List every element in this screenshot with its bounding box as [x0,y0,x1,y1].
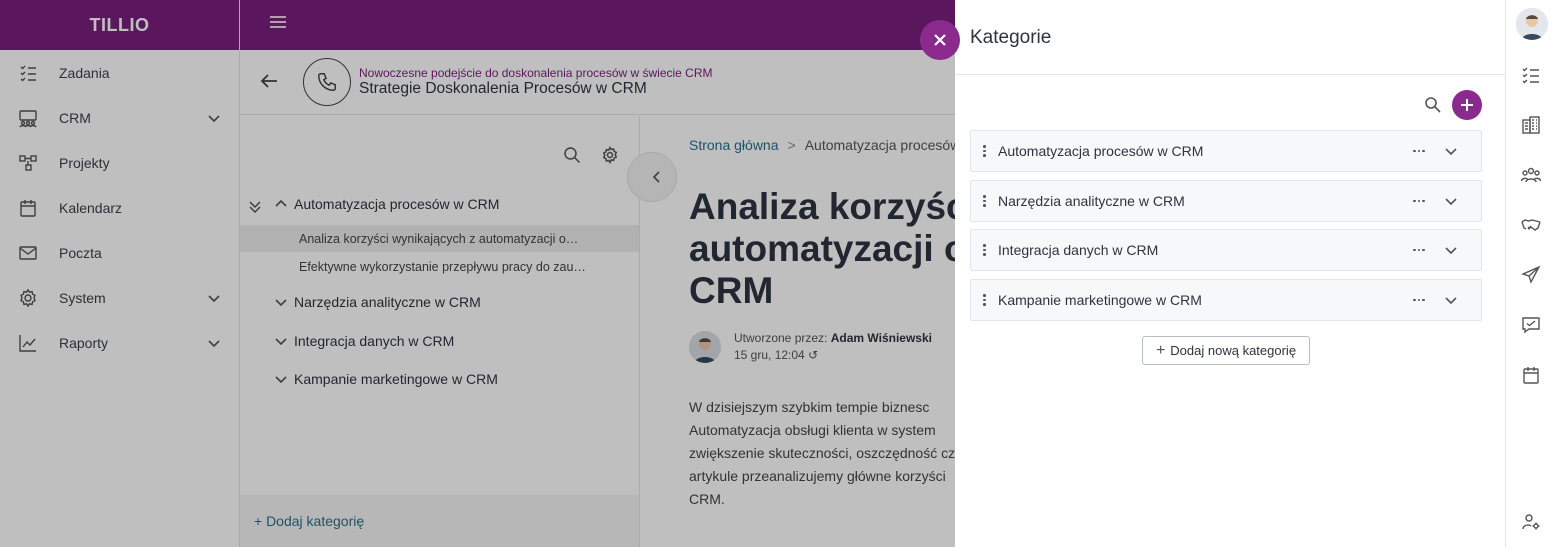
user-avatar[interactable] [1516,8,1548,40]
more-options-icon[interactable] [1413,248,1429,252]
search-icon[interactable] [1424,96,1441,113]
plus-icon [1461,99,1473,111]
chevron-down-icon[interactable] [1445,145,1457,157]
send-icon[interactable] [1521,265,1541,285]
divider [955,74,1505,75]
close-drawer-button[interactable] [920,20,960,60]
category-label: Narzędzia analityczne w CRM [998,193,1185,209]
categories-drawer: Kategorie Automatyzacja procesów w CRM N… [955,0,1505,547]
more-options-icon[interactable] [1413,298,1429,302]
add-new-category-label: Dodaj nową kategorię [1170,343,1297,358]
chat-check-icon[interactable] [1521,315,1541,335]
right-rail [1505,0,1561,547]
calendar-icon[interactable] [1521,365,1541,385]
handshake-icon[interactable] [1521,215,1541,235]
more-options-icon[interactable] [1413,199,1429,203]
drawer-title: Kategorie [970,27,1052,48]
contacts-icon[interactable] [1521,165,1541,185]
chevron-down-icon[interactable] [1445,244,1457,256]
more-options-icon[interactable] [1413,149,1429,153]
chevron-down-icon[interactable] [1445,195,1457,207]
category-row[interactable]: Integracja danych w CRM [970,229,1482,271]
plus-icon: + [1155,341,1166,359]
category-label: Kampanie marketingowe w CRM [998,292,1202,308]
category-row[interactable]: Automatyzacja procesów w CRM [970,130,1482,172]
category-label: Automatyzacja procesów w CRM [998,143,1204,159]
chevron-down-icon[interactable] [1445,294,1457,306]
category-row[interactable]: Narzędzia analityczne w CRM [970,180,1482,222]
close-icon [934,34,946,46]
tasks-icon[interactable] [1521,65,1541,85]
building-icon[interactable] [1521,115,1541,135]
category-row[interactable]: Kampanie marketingowe w CRM [970,279,1482,321]
drag-handle-icon[interactable] [983,145,987,157]
add-new-category-button[interactable]: + Dodaj nową kategorię [1142,336,1310,365]
drag-handle-icon[interactable] [983,195,987,207]
modal-backdrop[interactable] [0,0,955,547]
add-category-button[interactable] [1452,90,1482,120]
settings-person-icon[interactable] [1521,512,1541,532]
category-label: Integracja danych w CRM [998,242,1159,258]
drag-handle-icon[interactable] [983,294,987,306]
drag-handle-icon[interactable] [983,244,987,256]
